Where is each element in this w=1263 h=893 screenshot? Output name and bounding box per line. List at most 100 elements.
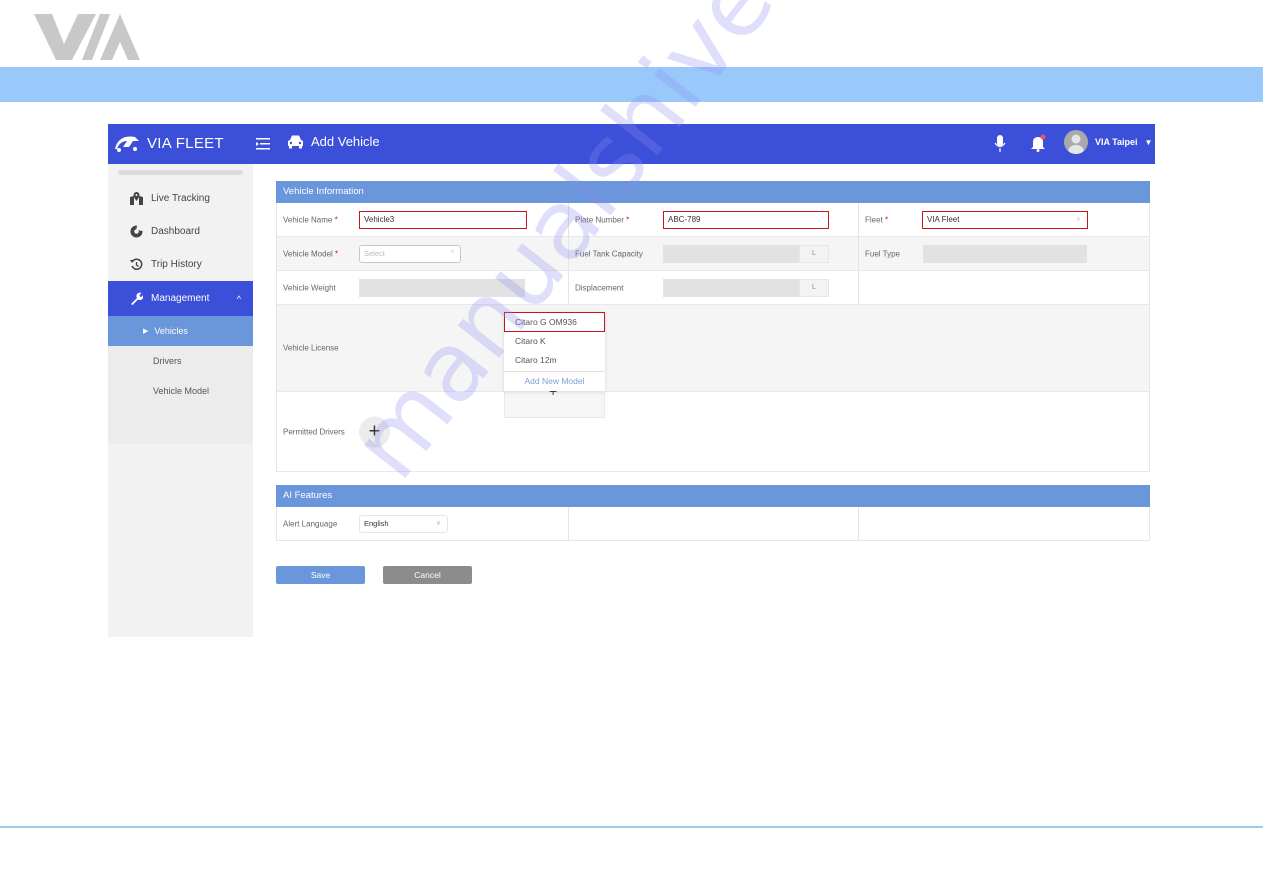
fuel-type-input[interactable] bbox=[923, 244, 1087, 263]
map-marker-icon bbox=[130, 192, 143, 205]
vehicle-model-select[interactable]: Select ^ bbox=[359, 244, 461, 263]
form-cell bbox=[858, 271, 1151, 304]
pie-chart-icon bbox=[130, 225, 143, 238]
chevron-up-icon: ^ bbox=[450, 249, 454, 257]
sidebar-subitem-vehicle-model[interactable]: Vehicle Model bbox=[108, 376, 253, 406]
top-navbar: VIA FLEET Add Vehicle VIA Taipei ▼ bbox=[108, 124, 1155, 164]
history-icon bbox=[130, 258, 143, 270]
alert-language-label: Alert Language bbox=[283, 519, 338, 528]
caret-right-icon: ▶ bbox=[143, 328, 149, 335]
form-cell: Plate Number * ABC-789 bbox=[568, 203, 858, 236]
chevron-down-icon: ∨ bbox=[1075, 215, 1081, 223]
vehicle-weight-label: Vehicle Weight bbox=[283, 283, 336, 292]
plate-number-input[interactable]: ABC-789 bbox=[663, 210, 829, 229]
displacement-input[interactable]: L bbox=[663, 278, 829, 297]
vehicle-weight-input[interactable] bbox=[359, 278, 525, 297]
form-cell: Displacement L bbox=[568, 271, 858, 304]
vehicle-model-dropdown: Citaro G OM936 Citaro K Citaro 12m Add N… bbox=[504, 312, 605, 391]
fleet-select[interactable]: VIA Fleet ∨ bbox=[922, 210, 1088, 229]
add-new-model-link[interactable]: Add New Model bbox=[504, 370, 605, 391]
user-avatar-icon bbox=[1064, 130, 1088, 154]
user-name: VIA Taipei bbox=[1095, 137, 1138, 147]
form-cell: Alert Language English ∨ bbox=[277, 507, 568, 540]
fleet-select-value: VIA Fleet bbox=[927, 214, 960, 224]
fuel-type-label: Fuel Type bbox=[865, 249, 900, 258]
notification-dot bbox=[1040, 134, 1046, 140]
form-row: Alert Language English ∨ bbox=[277, 507, 1149, 541]
sidebar-subitem-label: Vehicle Model bbox=[153, 386, 210, 396]
sidebar-subitem-label: Drivers bbox=[153, 356, 182, 366]
app-window: VIA FLEET Add Vehicle VIA Taipei ▼ Live … bbox=[108, 124, 1155, 637]
form-cell: Vehicle Name * Vehicle3 bbox=[277, 203, 568, 236]
displacement-label: Displacement bbox=[575, 283, 624, 292]
document-footer-line bbox=[0, 826, 1263, 828]
section-header-ai-features: AI Features bbox=[276, 485, 1150, 507]
microphone-icon[interactable] bbox=[994, 134, 1006, 154]
chevron-down-icon: ∨ bbox=[435, 519, 441, 527]
brand[interactable]: VIA FLEET bbox=[113, 133, 224, 153]
sidebar-item-label: Trip History bbox=[151, 259, 202, 270]
sidebar-subitem-label: Vehicles bbox=[154, 326, 188, 336]
sidebar-subitem-vehicles[interactable]: ▶ Vehicles bbox=[108, 316, 253, 346]
form-cell bbox=[568, 507, 858, 540]
menu-toggle-icon[interactable] bbox=[255, 136, 271, 152]
plate-number-label: Plate Number * bbox=[575, 215, 630, 224]
sidebar-item-trip-history[interactable]: Trip History bbox=[108, 248, 253, 281]
fuel-tank-unit: L bbox=[799, 244, 829, 263]
sidebar-item-live-tracking[interactable]: Live Tracking bbox=[108, 182, 253, 215]
form-cell: Vehicle Weight bbox=[277, 271, 568, 304]
dropdown-option[interactable]: Citaro 12m bbox=[504, 351, 605, 371]
vehicle-name-input[interactable]: Vehicle3 bbox=[359, 210, 527, 229]
vehicle-model-label: Vehicle Model * bbox=[283, 249, 339, 258]
form-cell: Fuel Type bbox=[858, 237, 1151, 270]
fleet-logo-icon bbox=[115, 136, 139, 152]
sidebar-item-label: Live Tracking bbox=[151, 193, 210, 204]
fuel-tank-capacity-input[interactable]: L bbox=[663, 244, 829, 263]
section-header-vehicle-information: Vehicle Information bbox=[276, 181, 1150, 203]
page-title-area: Add Vehicle bbox=[287, 134, 380, 149]
fuel-tank-capacity-label: Fuel Tank Capacity bbox=[575, 249, 643, 258]
chevron-up-icon: ^ bbox=[236, 293, 241, 304]
sidebar-item-management[interactable]: Management ^ bbox=[108, 281, 253, 316]
form-cell: Fuel Tank Capacity L bbox=[568, 237, 858, 270]
via-logo bbox=[34, 14, 140, 60]
form-cell: Vehicle Model * Select ^ bbox=[277, 237, 568, 270]
form-row: Vehicle Name * Vehicle3 Plate Number * A… bbox=[277, 203, 1149, 237]
sidebar: Live Tracking Dashboard Trip History Man… bbox=[108, 164, 253, 637]
form-row: Vehicle License bbox=[277, 305, 1149, 392]
sidebar-subitem-drivers[interactable]: Drivers bbox=[108, 346, 253, 376]
user-menu[interactable]: VIA Taipei ▼ bbox=[1064, 130, 1152, 154]
alert-language-select[interactable]: English ∨ bbox=[359, 514, 448, 533]
sidebar-scrollbar[interactable] bbox=[118, 170, 243, 175]
brand-name: VIA FLEET bbox=[147, 134, 224, 152]
save-button[interactable]: Save bbox=[276, 566, 365, 584]
dropdown-option[interactable]: Citaro G OM936 bbox=[504, 312, 605, 332]
bell-icon[interactable] bbox=[1030, 134, 1046, 152]
add-permitted-driver-button[interactable]: + bbox=[359, 416, 390, 447]
vehicle-license-label: Vehicle License bbox=[283, 343, 339, 353]
form-row: Vehicle Model * Select ^ Fuel Tank Capac… bbox=[277, 237, 1149, 271]
sidebar-item-label: Management bbox=[151, 293, 210, 304]
sidebar-item-label: Dashboard bbox=[151, 226, 200, 237]
cancel-button[interactable]: Cancel bbox=[383, 566, 472, 584]
vehicle-model-placeholder: Select bbox=[364, 248, 385, 258]
fleet-label: Fleet * bbox=[865, 215, 889, 224]
page-title: Add Vehicle bbox=[311, 134, 380, 149]
alert-language-value: English bbox=[364, 518, 389, 528]
vehicle-information-form: Vehicle Name * Vehicle3 Plate Number * A… bbox=[276, 203, 1150, 472]
document-header-band bbox=[0, 67, 1263, 102]
displacement-unit: L bbox=[799, 278, 829, 297]
dropdown-option[interactable]: Citaro K bbox=[504, 332, 605, 352]
form-cell bbox=[858, 507, 1151, 540]
permitted-drivers-label: Permitted Drivers bbox=[283, 427, 345, 436]
sidebar-item-dashboard[interactable]: Dashboard bbox=[108, 215, 253, 248]
main-content: Vehicle Information Vehicle Name * Vehic… bbox=[253, 164, 1155, 637]
ai-features-form: Alert Language English ∨ bbox=[276, 507, 1150, 541]
vehicle-name-label: Vehicle Name * bbox=[283, 215, 338, 224]
car-icon bbox=[288, 135, 303, 149]
wrench-icon bbox=[131, 292, 143, 305]
form-row: Permitted Drivers + bbox=[277, 392, 1149, 472]
form-row: Vehicle Weight Displacement L bbox=[277, 271, 1149, 305]
form-cell: Fleet * VIA Fleet ∨ bbox=[858, 203, 1151, 236]
caret-down-icon: ▼ bbox=[1144, 137, 1153, 147]
